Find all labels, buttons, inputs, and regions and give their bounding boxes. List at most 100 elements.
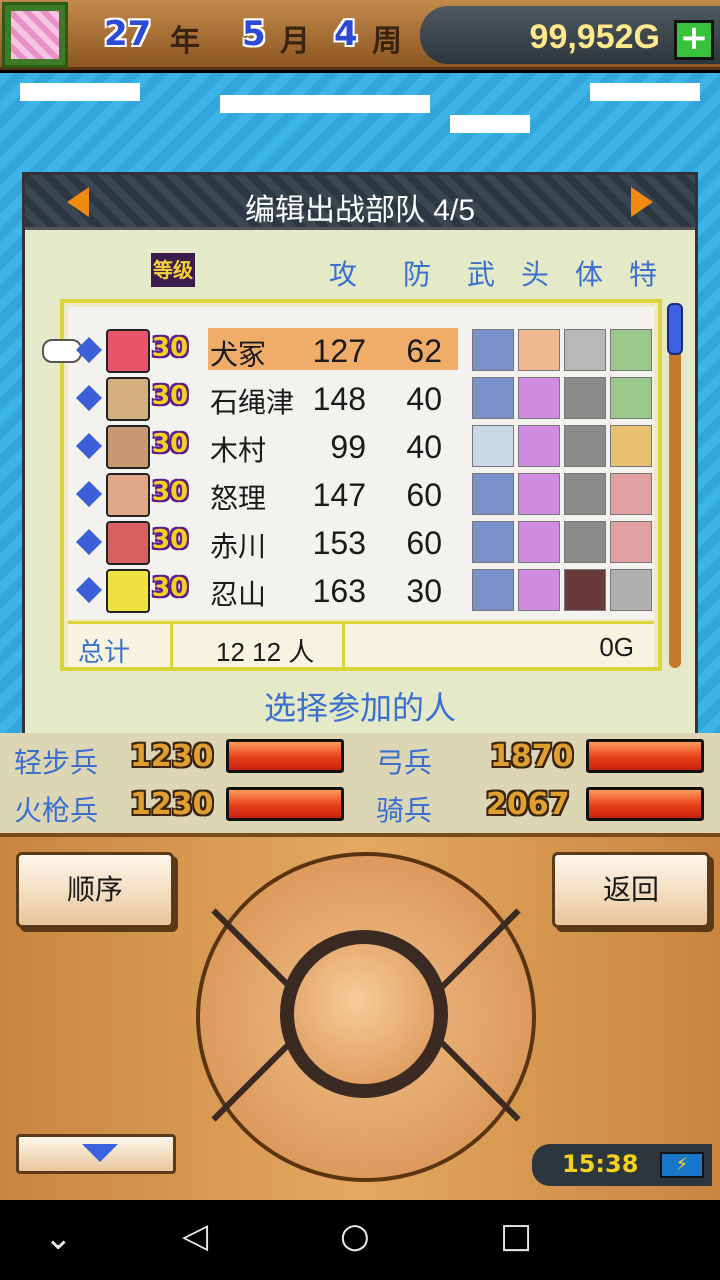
unit-portrait — [106, 521, 150, 565]
shuriken-icon — [76, 529, 102, 555]
armor-icon — [564, 425, 606, 467]
year-value: 27 — [104, 14, 152, 54]
month-value: 5 — [242, 14, 266, 54]
next-squad-arrow-icon[interactable] — [631, 187, 653, 217]
troop-summary: 轻步兵 1230 弓兵 1870 火枪兵 1230 骑兵 2067 — [0, 733, 720, 833]
unit-list: 30 犬冢 127 62 30 石绳津 148 40 30 木村 99 40 3… — [42, 299, 662, 671]
troop-bar — [586, 739, 704, 773]
shuriken-icon — [76, 385, 102, 411]
unit-portrait — [106, 377, 150, 421]
troop-label: 轻步兵 — [14, 747, 99, 778]
unit-defense: 60 — [406, 525, 442, 561]
troop-value: 1230 — [130, 739, 214, 774]
special-item-icon — [610, 425, 652, 467]
unit-level: 30 — [152, 477, 189, 507]
troop-label: 骑兵 — [376, 795, 433, 826]
clock-panel: 15:38 ⚡ — [532, 1144, 712, 1186]
unit-portrait — [106, 329, 150, 373]
armor-icon — [564, 521, 606, 563]
selection-hint: 选择参加的人 — [263, 690, 456, 726]
weapon-icon — [472, 473, 514, 515]
unit-attack: 99 — [330, 429, 366, 465]
dpad-center-button[interactable] — [280, 930, 448, 1098]
clock-time: 15:38 — [562, 1150, 639, 1178]
unit-portrait — [106, 473, 150, 517]
unit-attack: 148 — [312, 381, 366, 417]
unit-row[interactable]: 30 木村 99 40 — [68, 423, 654, 471]
back-triangle-icon[interactable]: ◁ — [182, 1216, 208, 1256]
unit-level: 30 — [152, 525, 189, 555]
gold-amount: 99,952G — [529, 18, 660, 56]
unit-defense: 40 — [406, 429, 442, 465]
week-unit: 周 — [372, 24, 402, 59]
scrollbar-thumb[interactable] — [667, 303, 683, 355]
top-status-bar: 27 年 5 月 4 周 99,952G + — [0, 0, 720, 70]
unit-row[interactable]: 30 忍山 163 30 — [68, 567, 654, 615]
month-unit: 月 — [280, 24, 310, 59]
troop-label: 弓兵 — [376, 747, 433, 778]
unit-attack: 147 — [312, 477, 366, 513]
helmet-icon — [518, 329, 560, 371]
cloud — [450, 115, 530, 133]
recents-square-icon[interactable]: □ — [500, 1216, 532, 1256]
unit-row[interactable]: 30 犬冢 127 62 — [42, 327, 654, 375]
unit-attack: 127 — [312, 333, 366, 369]
unit-name: 石绳津 — [210, 387, 295, 418]
cloud — [220, 95, 430, 113]
troop-bar — [226, 787, 344, 821]
helmet-icon — [518, 425, 560, 467]
collapse-chevron-icon[interactable]: ⌄ — [44, 1218, 73, 1258]
list-scrollbar[interactable] — [669, 303, 681, 668]
cloud — [590, 83, 700, 101]
year-unit: 年 — [170, 24, 200, 59]
troop-bar — [586, 787, 704, 821]
unit-portrait — [106, 425, 150, 469]
unit-name: 忍山 — [210, 579, 267, 610]
unit-defense: 40 — [406, 381, 442, 417]
col-defense: 防 — [403, 259, 432, 290]
special-item-icon — [610, 521, 652, 563]
unit-row[interactable]: 30 赤川 153 60 — [68, 519, 654, 567]
helmet-icon — [518, 377, 560, 419]
level-header: 等级 — [151, 253, 195, 287]
special-item-icon — [610, 569, 652, 611]
edit-squad-dialog: 编辑出战部队 4/5 等级 攻 防 武 头 体 特 30 犬冢 127 62 3… — [22, 172, 698, 737]
unit-level: 30 — [152, 429, 189, 459]
dialog-title: 编辑出战部队 4/5 — [244, 194, 476, 227]
helmet-icon — [518, 473, 560, 515]
total-row: 总计 12 12 人 0G — [68, 621, 654, 670]
dialog-title-bar: 编辑出战部队 4/5 — [25, 175, 695, 230]
order-button[interactable]: 顺序 — [16, 852, 174, 928]
troop-bar — [226, 739, 344, 773]
battery-icon: ⚡ — [660, 1152, 704, 1178]
unit-attack: 163 — [312, 573, 366, 609]
total-count: 12 12 人 — [216, 637, 315, 667]
troop-label: 火枪兵 — [14, 795, 99, 826]
helmet-icon — [518, 521, 560, 563]
add-gold-button[interactable]: + — [674, 20, 714, 60]
player-avatar[interactable] — [2, 2, 68, 68]
troop-value: 1230 — [130, 787, 214, 822]
unit-defense: 62 — [406, 333, 442, 369]
weapon-icon — [472, 569, 514, 611]
home-circle-icon[interactable]: ○ — [340, 1216, 370, 1256]
total-label: 总计 — [78, 637, 131, 667]
col-body: 体 — [575, 259, 604, 290]
special-item-icon — [610, 377, 652, 419]
system-nav-bar: ⌄ ◁ ○ □ — [0, 1200, 720, 1280]
cloud — [20, 83, 140, 101]
total-gold: 0G — [599, 632, 634, 662]
back-button[interactable]: 返回 — [552, 852, 710, 928]
gold-panel: 99,952G + — [420, 6, 720, 64]
unit-attack: 153 — [312, 525, 366, 561]
weapon-icon — [472, 377, 514, 419]
pointer-hand-icon — [42, 339, 82, 363]
troop-value: 2067 — [486, 787, 570, 822]
armor-icon — [564, 473, 606, 515]
unit-row[interactable]: 30 怒理 147 60 — [68, 471, 654, 519]
unit-portrait — [106, 569, 150, 613]
unit-name: 木村 — [210, 435, 267, 466]
unit-level: 30 — [152, 333, 189, 363]
unit-row[interactable]: 30 石绳津 148 40 — [68, 375, 654, 423]
unit-name: 怒理 — [210, 483, 267, 514]
